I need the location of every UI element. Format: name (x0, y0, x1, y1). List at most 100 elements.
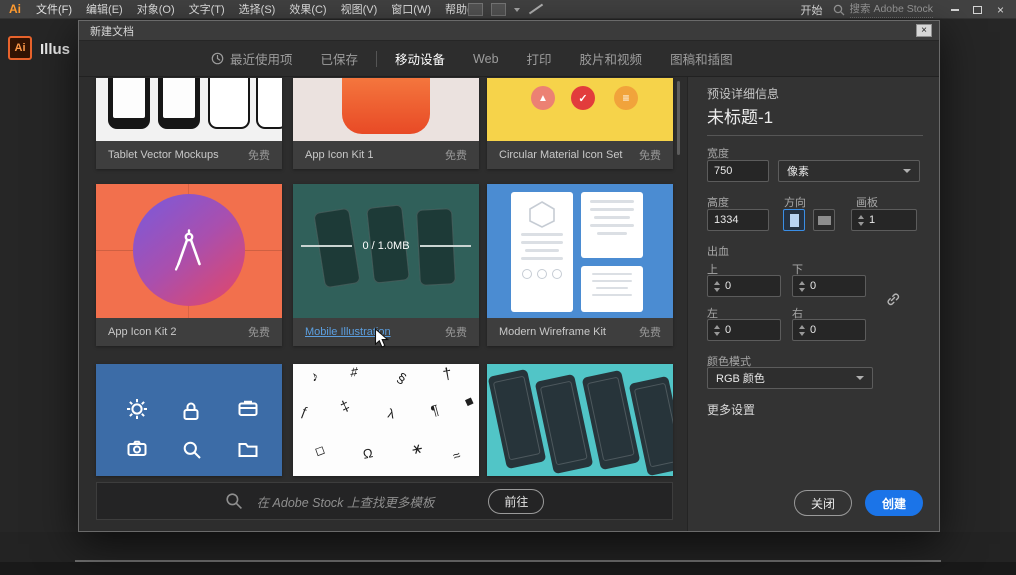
bleed-left-stepper[interactable]: 0 (707, 319, 781, 341)
search-icon (225, 493, 242, 509)
bleed-right-value[interactable]: 0 (810, 324, 816, 336)
stepper-arrows[interactable] (708, 280, 725, 292)
new-document-dialog: 新建文档 × 最近使用项 已保存 移动设备 Web 打印 胶片和视频 图稿和插图 (78, 20, 940, 532)
menu-effect[interactable]: 效果(C) (282, 1, 333, 17)
template-price: 免费 (639, 150, 661, 162)
tab-web[interactable]: Web (459, 41, 512, 76)
template-name[interactable]: App Icon Kit 2 (108, 326, 177, 338)
dialog-titlebar[interactable]: 新建文档 (79, 21, 939, 41)
menu-file[interactable]: 文件(F) (29, 1, 79, 17)
template-card-symbol-pattern[interactable]: ♪ ♯ § † ◆ ƒ ‡ λ ¶ ◇ Ω ∗ ≈ (293, 364, 479, 476)
template-price: 免费 (248, 150, 270, 162)
arrow-down-icon (714, 287, 720, 292)
maximize-button[interactable] (966, 0, 989, 19)
stepper-arrows[interactable] (793, 324, 810, 336)
stepper-arrows[interactable] (852, 214, 869, 226)
hexagon-icon (529, 201, 555, 228)
template-label-bar: Tablet Vector Mockups 免费 (96, 141, 282, 169)
tab-mobile[interactable]: 移动设备 (381, 41, 459, 76)
tab-label: 移动设备 (395, 53, 446, 67)
more-settings-link[interactable]: 更多设置 (707, 401, 755, 418)
workspace-switcher[interactable]: 开始 (801, 2, 823, 18)
template-card-tablet-vector-mockups[interactable]: Tablet Vector Mockups 免费 (96, 78, 282, 169)
create-button[interactable]: 创建 (864, 490, 923, 516)
glyph-icon: ♯ (349, 364, 360, 380)
app-background-lower (0, 562, 1016, 575)
template-card-modern-wireframe-kit[interactable]: Modern Wireframe Kit 免费 (487, 184, 673, 346)
template-card-icon-set[interactable] (96, 364, 282, 476)
glyph-icon: ‡ (337, 397, 353, 416)
bleed-link-button[interactable] (885, 291, 901, 312)
artboards-stepper[interactable]: 1 (851, 209, 917, 231)
arrow-down-icon (714, 331, 720, 336)
arrange-documents-icon[interactable] (491, 3, 506, 16)
menu-select[interactable]: 选择(S) (232, 1, 283, 17)
template-name[interactable]: App Icon Kit 1 (305, 149, 374, 161)
window-controls: × (943, 0, 1012, 19)
orientation-portrait-button[interactable] (783, 209, 805, 231)
brush-tool-icon[interactable] (528, 3, 544, 16)
template-name-link[interactable]: Mobile Illustration (305, 326, 391, 338)
gradient-circle (133, 194, 245, 306)
template-card-mobile-illustration[interactable]: 0 / 1.0MB Mobile Illustration 免费 (293, 184, 479, 346)
dialog-close-button[interactable]: × (916, 24, 932, 37)
template-price: 免费 (639, 327, 661, 339)
tab-label: 胶片和视频 (579, 53, 643, 67)
chevron-down-icon[interactable] (514, 7, 520, 12)
stock-search-field[interactable]: 搜索 Adobe Stock (833, 1, 933, 18)
menu-object[interactable]: 对象(O) (130, 1, 182, 17)
menu-type[interactable]: 文字(T) (182, 1, 232, 17)
menu-edit[interactable]: 编辑(E) (79, 1, 130, 17)
document-name[interactable]: 未标题-1 (707, 103, 773, 128)
tab-saved[interactable]: 已保存 (307, 41, 373, 76)
tab-film-video[interactable]: 胶片和视频 (566, 41, 657, 76)
glyph-icon: ∗ (408, 439, 426, 460)
menu-window[interactable]: 窗口(W) (384, 1, 438, 17)
tab-print[interactable]: 打印 (513, 41, 566, 76)
material-icon-triangle: ▲ (531, 86, 555, 110)
bleed-top-stepper[interactable]: 0 (707, 275, 781, 297)
close-window-button[interactable]: × (989, 0, 1012, 19)
go-button[interactable]: 前往 (488, 488, 545, 514)
template-name[interactable]: Circular Material Icon Set (499, 149, 623, 161)
tab-recent[interactable]: 最近使用项 (197, 41, 307, 76)
minimize-button[interactable] (943, 0, 966, 19)
close-button[interactable]: 关闭 (793, 490, 852, 516)
bleed-left-value[interactable]: 0 (725, 324, 731, 336)
tablet-screen (113, 78, 145, 118)
template-card-tablet-set[interactable] (487, 364, 673, 476)
bleed-right-stepper[interactable]: 0 (792, 319, 866, 341)
tab-label: 图稿和插图 (670, 53, 733, 67)
template-card-app-icon-kit-1[interactable]: App Icon Kit 1 免费 (293, 78, 479, 169)
template-card-app-icon-kit-2[interactable]: App Icon Kit 2 免费 (96, 184, 282, 346)
unit-select[interactable]: 像素 (778, 160, 920, 182)
bleed-bottom-stepper[interactable]: 0 (792, 275, 866, 297)
arrow-up-icon (858, 214, 864, 219)
menu-view[interactable]: 视图(V) (334, 1, 385, 17)
lock-icon (183, 402, 199, 420)
bleed-top-value[interactable]: 0 (725, 280, 731, 292)
wireframe-line (594, 216, 630, 219)
wireframe-card (511, 192, 573, 312)
dot-icon (522, 269, 532, 279)
template-name[interactable]: Tablet Vector Mockups (108, 149, 219, 161)
illustrator-logo: Ai (9, 2, 21, 16)
tab-art-illustration[interactable]: 图稿和插图 (656, 41, 747, 76)
stepper-arrows[interactable] (793, 280, 810, 292)
document-layout-icon[interactable] (468, 3, 483, 16)
wireframe-line (590, 208, 634, 211)
arrow-up-icon (799, 324, 805, 329)
template-thumbnail (487, 184, 673, 318)
template-name[interactable]: Modern Wireframe Kit (499, 326, 606, 338)
width-input[interactable] (707, 160, 769, 182)
template-price: 免费 (248, 327, 270, 339)
orientation-landscape-button[interactable] (813, 209, 835, 231)
template-card-circular-material-icon-set[interactable]: ▲ ✓ ≡ Circular Material Icon Set 免费 (487, 78, 673, 169)
height-input[interactable] (707, 209, 769, 231)
bleed-bottom-value[interactable]: 0 (810, 280, 816, 292)
stock-template-search-bar[interactable]: 在 Adobe Stock 上查找更多模板 前往 (96, 482, 673, 520)
templates-scrollbar[interactable] (677, 81, 680, 155)
color-mode-select[interactable]: RGB 颜色 (707, 367, 873, 389)
stepper-arrows[interactable] (708, 324, 725, 336)
artboards-value[interactable]: 1 (869, 214, 875, 226)
